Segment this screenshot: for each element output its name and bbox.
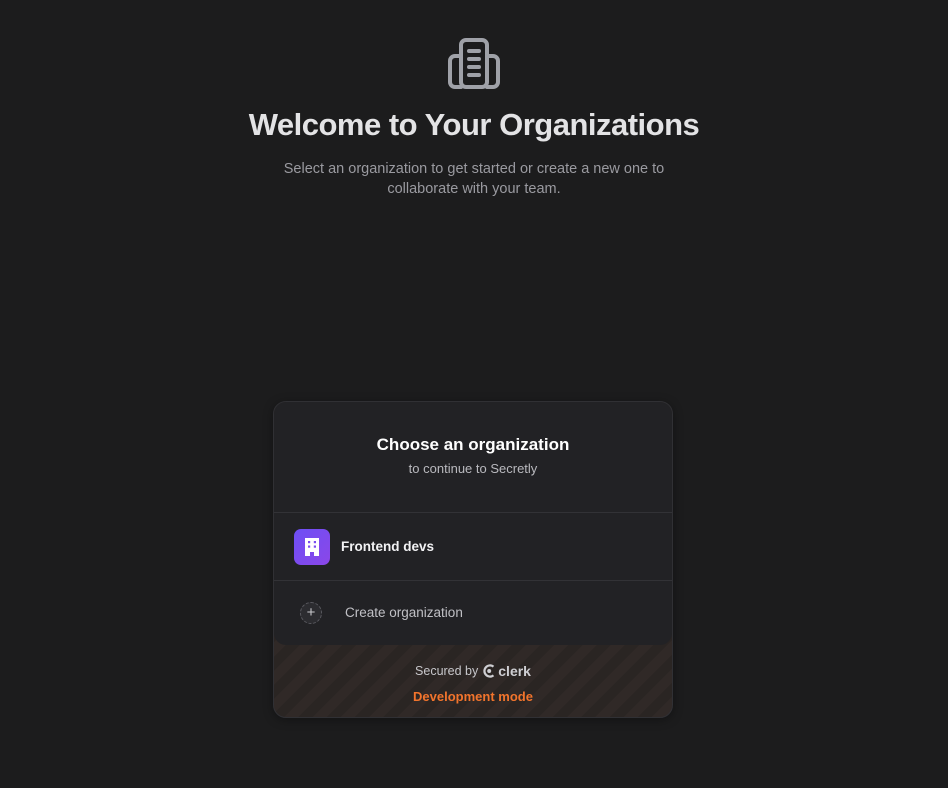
page-subtitle: Select an organization to get started or… <box>283 161 665 197</box>
create-organization-button[interactable]: + Create organization <box>274 581 672 644</box>
clerk-brand-text: clerk <box>498 663 531 679</box>
card-subtitle: to continue to Secretly <box>408 461 538 476</box>
page-title: Welcome to Your Organizations <box>248 107 700 142</box>
building-icon <box>448 38 500 89</box>
create-organization-label: Create organization <box>345 605 463 620</box>
secured-by: Secured by clerk <box>274 663 672 679</box>
organization-item-frontend-devs[interactable]: Frontend devs <box>274 513 672 581</box>
organization-name: Frontend devs <box>341 539 435 554</box>
card-body: Choose an organization to continue to Se… <box>274 402 672 645</box>
card-header: Choose an organization to continue to Se… <box>274 402 672 513</box>
card-title: Choose an organization <box>376 435 570 454</box>
organization-avatar <box>294 528 330 565</box>
card-footer: Secured by clerk Development mode <box>274 645 672 717</box>
development-mode-badge: Development mode <box>413 689 533 704</box>
clerk-logo[interactable]: clerk <box>483 663 531 679</box>
plus-icon: + <box>300 601 322 624</box>
building-icon <box>305 537 319 556</box>
page: Welcome to Your Organizations Select an … <box>0 0 948 788</box>
organization-picker-card: Choose an organization to continue to Se… <box>273 401 673 718</box>
secured-by-label: Secured by <box>415 664 479 678</box>
clerk-logo-icon <box>483 664 495 678</box>
